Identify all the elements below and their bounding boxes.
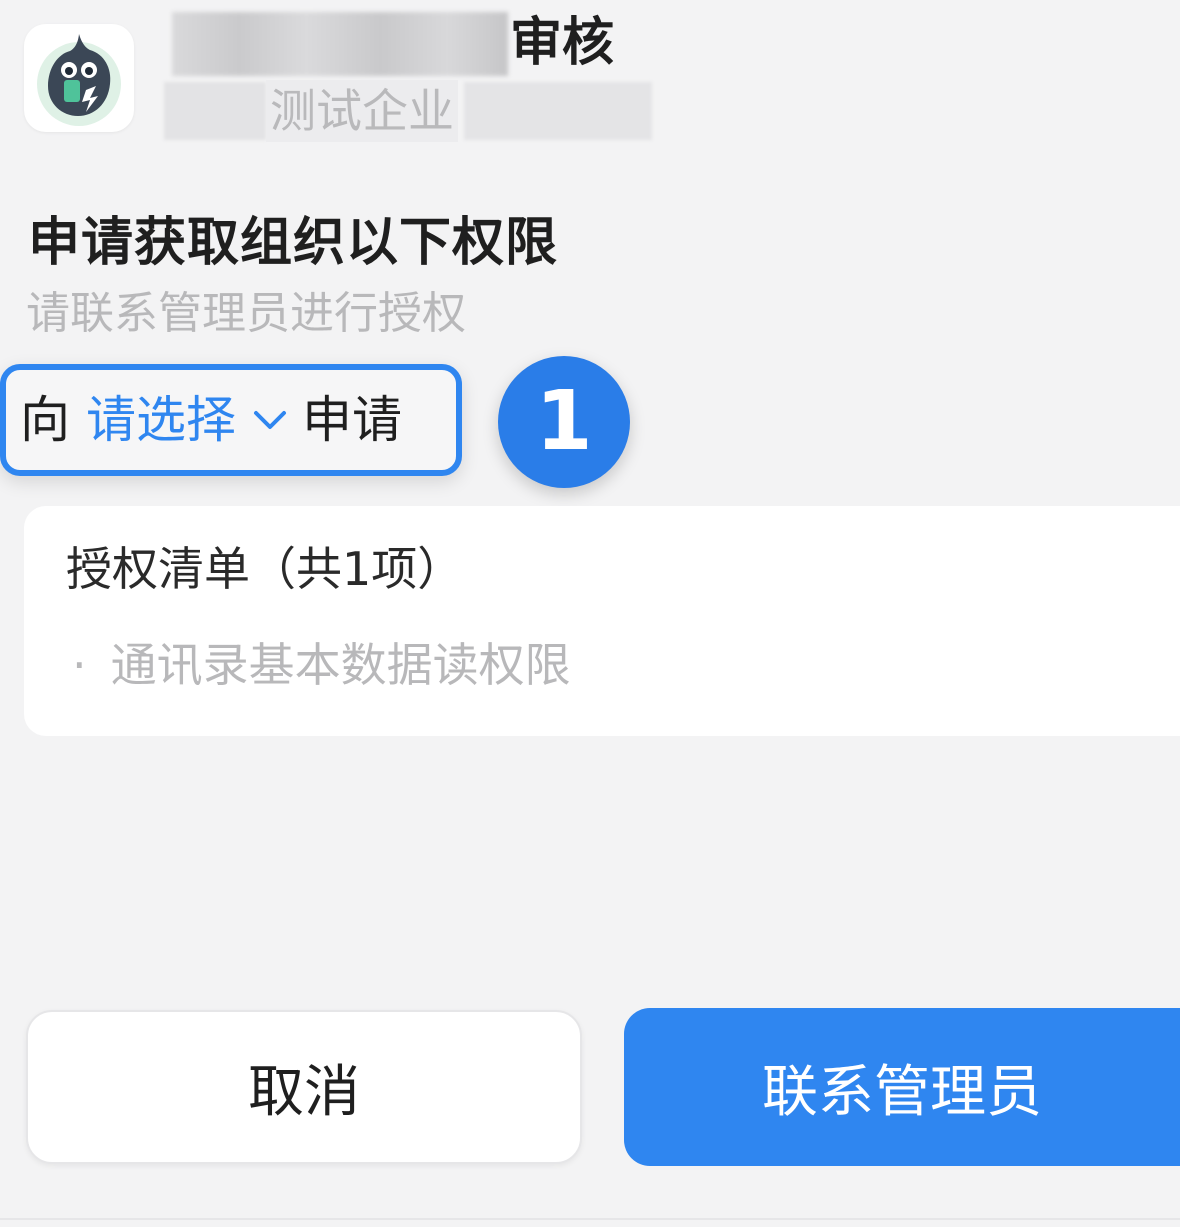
redacted-org-suffix	[464, 82, 652, 140]
permission-subheading: 请联系管理员进行授权	[26, 288, 466, 339]
approver-select-row: 向 请选择 申请	[0, 364, 462, 476]
request-prefix: 向	[20, 391, 70, 449]
redacted-org-prefix	[164, 82, 266, 140]
auth-list-card: 授权清单（共1项） · 通讯录基本数据读权限	[24, 506, 1180, 736]
redacted-app-name	[172, 12, 508, 76]
app-icon	[24, 24, 134, 132]
cancel-button[interactable]: 取消	[26, 1010, 582, 1164]
list-item: · 通讯录基本数据读权限	[72, 632, 571, 698]
step-badge: 1	[498, 356, 630, 488]
bottom-divider	[0, 1218, 1180, 1220]
list-item-label: 通讯录基本数据读权限	[110, 638, 571, 692]
mascot-icon	[37, 34, 121, 126]
approver-select[interactable]: 请选择	[86, 385, 236, 455]
bullet: ·	[72, 638, 87, 692]
org-name: 测试企业	[266, 80, 458, 142]
contact-admin-button[interactable]: 联系管理员	[624, 1008, 1180, 1166]
auth-list-title: 授权清单（共1项）	[66, 542, 464, 596]
permission-heading: 申请获取组织以下权限	[28, 213, 559, 273]
app-title-suffix: 审核	[510, 13, 615, 73]
request-suffix: 申请	[302, 391, 402, 449]
chevron-down-icon[interactable]	[250, 400, 290, 440]
